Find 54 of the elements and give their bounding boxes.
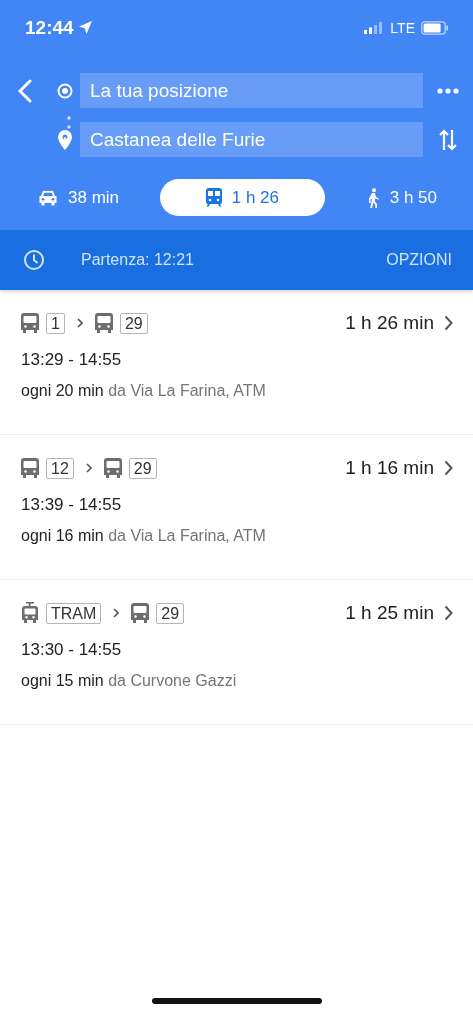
origin-circle-icon bbox=[57, 82, 73, 99]
frequency-text: ogni 20 min bbox=[21, 382, 104, 399]
back-icon[interactable] bbox=[18, 78, 32, 103]
chevron-icon bbox=[85, 463, 92, 473]
route-times: 13:30 - 14:55 bbox=[21, 640, 123, 660]
route-option[interactable]: 1 29 1 h 26 min 13:29 - 14:55 ogni 20 min da Via La Farina, ATM bbox=[0, 290, 473, 435]
line-number: 29 bbox=[128, 457, 157, 479]
line-number: 12 bbox=[46, 457, 74, 479]
location-arrow-icon bbox=[78, 21, 92, 34]
frequency-text: ogni 15 min bbox=[21, 672, 104, 689]
tram-icon bbox=[21, 602, 39, 624]
battery-icon bbox=[421, 20, 449, 35]
route-duration: 1 h 16 min bbox=[345, 457, 434, 479]
signal-icon bbox=[364, 21, 385, 34]
route-times: 13:39 - 14:55 bbox=[21, 495, 123, 515]
more-icon[interactable] bbox=[437, 87, 459, 94]
chevron-icon bbox=[113, 608, 120, 618]
line-number: 1 bbox=[46, 312, 65, 334]
line-number: 29 bbox=[119, 312, 148, 334]
route-duration: 1 h 25 min bbox=[345, 602, 434, 624]
route-times: 13:29 - 14:55 bbox=[21, 350, 123, 370]
travel-mode-tab[interactable]: 1 h 26 bbox=[159, 179, 325, 216]
travel-mode-tab[interactable]: 3 h 50 bbox=[365, 179, 437, 216]
line-number: TRAM bbox=[46, 602, 102, 624]
frequency-text: ogni 16 min bbox=[21, 527, 104, 544]
clock-icon bbox=[23, 249, 45, 271]
bus-icon bbox=[131, 603, 150, 623]
status-time: 12:44 bbox=[25, 16, 74, 39]
car-icon bbox=[38, 189, 58, 206]
train-icon bbox=[205, 188, 222, 207]
bus-icon bbox=[21, 313, 39, 333]
origin-stop-text: da Via La Farina, ATM bbox=[108, 382, 266, 399]
chevron-right-icon bbox=[444, 605, 453, 621]
route-duration: 1 h 26 min bbox=[345, 312, 434, 334]
bus-icon bbox=[94, 313, 113, 333]
destination-field[interactable]: Castanea delle Furie bbox=[80, 122, 423, 157]
chevron-icon bbox=[76, 318, 83, 328]
pin-icon bbox=[58, 129, 72, 150]
origin-field[interactable]: La tua posizione bbox=[80, 73, 423, 108]
origin-stop-text: da Curvone Gazzi bbox=[108, 672, 237, 689]
departure-time[interactable]: Partenza: 12:21 bbox=[81, 251, 387, 269]
chevron-right-icon bbox=[444, 460, 453, 476]
bus-icon bbox=[103, 458, 122, 478]
options-button[interactable]: OPZIONI bbox=[386, 251, 452, 269]
bus-icon bbox=[21, 458, 39, 478]
swap-icon[interactable] bbox=[439, 128, 457, 151]
chevron-right-icon bbox=[444, 315, 453, 331]
line-number: 29 bbox=[156, 602, 185, 624]
travel-mode-tab[interactable]: 38 min bbox=[38, 179, 120, 216]
network-label: LTE bbox=[390, 19, 415, 36]
route-option[interactable]: 12 29 1 h 16 min 13:39 - 14:55 ogni 16 min da Via La Farina, ATM bbox=[0, 435, 473, 580]
origin-stop-text: da Via La Farina, ATM bbox=[108, 527, 266, 544]
route-dots-icon bbox=[67, 116, 71, 130]
route-option[interactable]: TRAM 29 1 h 25 min 13:30 - 14:55 ogni 15 min da Curvone Gazzi bbox=[0, 580, 473, 725]
